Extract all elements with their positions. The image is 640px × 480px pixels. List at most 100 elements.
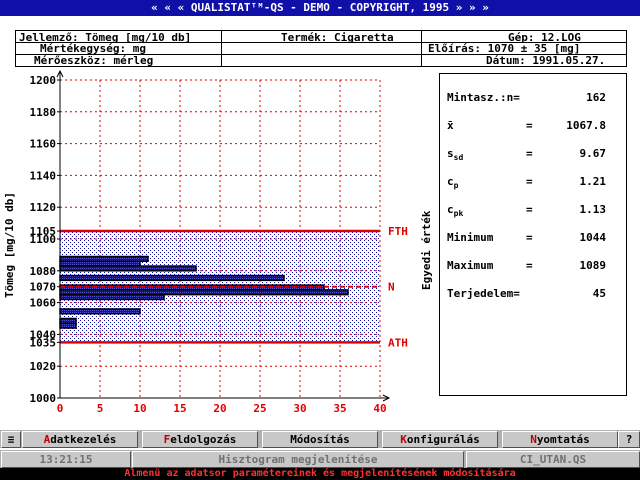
- stat-row: Maximum = 1089: [440, 259, 626, 275]
- stat-label-subscript: pk: [453, 209, 464, 218]
- product-label: Termék: Cigaretta: [281, 31, 394, 44]
- y-tick-label: 1180: [30, 106, 57, 119]
- stat-row: cpk = 1.13: [440, 203, 626, 219]
- stat-row: Terjedelem= 45: [440, 287, 626, 303]
- stat-label: ssd: [447, 147, 464, 162]
- x-tick-label: 15: [173, 402, 186, 415]
- individual-value-label: Egyedi érték: [420, 210, 433, 290]
- menu-hotkey: K: [400, 433, 407, 446]
- hint-text: Almenü az adatsor paramétereinek és megj…: [124, 468, 516, 479]
- system-menu-icon: ≡: [7, 433, 15, 446]
- x-tick-label: 20: [213, 402, 226, 415]
- histogram-bar: [59, 322, 77, 329]
- y-tick-label: 1105: [30, 225, 57, 238]
- side-label: Egyedi érték: [420, 190, 440, 300]
- y-axis-label: Tömeg [mg/10 db]: [3, 192, 16, 298]
- status-time: 13:21:15: [1, 451, 131, 468]
- menu-item[interactable]: Konfigurálás: [382, 431, 498, 448]
- stat-equals: =: [526, 147, 533, 160]
- stat-equals: =: [526, 259, 533, 272]
- stat-label: Terjedelem=: [447, 287, 520, 300]
- stat-value: 162: [586, 91, 606, 104]
- date-label: Dátum: 1991.05.27.: [486, 54, 606, 67]
- stat-value: 1044: [579, 231, 607, 244]
- y-tick-label: 1200: [30, 74, 57, 87]
- help-icon: ?: [625, 433, 633, 446]
- menu-item[interactable]: Módosítás: [262, 431, 378, 448]
- limit-label: ATH: [388, 336, 408, 349]
- main-menu-bar: ≡ Adatkezelés Feldolgozás Módosítás Konfigu…: [0, 430, 640, 448]
- stat-value: 9.67: [579, 147, 607, 160]
- menu-item[interactable]: Nyomtatás: [502, 431, 618, 448]
- window-title: « « « QUALISTATᵀᴹ-QS - DEMO - COPYRIGHT,…: [151, 1, 489, 14]
- stat-label: Minimum: [447, 231, 494, 244]
- y-tick-label: 1070: [30, 281, 57, 294]
- stat-label: Maximum: [447, 259, 494, 272]
- y-tick-label: 1060: [30, 297, 57, 310]
- x-tick-label: 30: [293, 402, 306, 415]
- info-divider: [421, 31, 422, 66]
- y-tick-label: 1020: [30, 360, 57, 373]
- stat-label: x̄: [447, 119, 454, 132]
- histogram-chart: FTHNATH 0 5 10 15 20 25 30 35 401000102010351040…: [3, 70, 408, 415]
- x-tick-label: 35: [333, 402, 346, 415]
- statistics-panel: Mintasz.:n= 162 x̄ = 1067.8 ssd = 9.67 cp = 1.21 cp…: [439, 73, 627, 396]
- limit-label: FTH: [388, 225, 408, 238]
- status-file: CI_UTAN.QS: [466, 451, 640, 468]
- help-button[interactable]: ?: [618, 431, 640, 448]
- stat-row: ssd = 9.67: [440, 147, 626, 163]
- stat-row: cp = 1.21: [440, 175, 626, 191]
- stat-label: Mintasz.:n=: [447, 91, 520, 104]
- menu-item[interactable]: Feldolgozás: [142, 431, 258, 448]
- menu-item-label: eldolgozás: [170, 433, 237, 446]
- stat-equals: =: [526, 119, 533, 132]
- stat-equals: =: [526, 231, 533, 244]
- mode-text: Hisztogram megjelenítése: [218, 453, 378, 466]
- y-tick-label: 1120: [30, 201, 57, 214]
- x-tick-label: 25: [253, 402, 266, 415]
- menu-hotkey: N: [530, 433, 537, 446]
- x-tick-label: 5: [97, 402, 104, 415]
- menu-item-label: onfigurálás: [406, 433, 480, 446]
- file-text: CI_UTAN.QS: [519, 453, 587, 466]
- menu-item-label: Módosítás: [290, 433, 350, 446]
- y-tick-label: 1080: [30, 265, 57, 278]
- info-divider: [221, 31, 222, 66]
- window-title-bar: « « « QUALISTATᵀᴹ-QS - DEMO - COPYRIGHT,…: [0, 0, 640, 16]
- histogram-bar: [59, 265, 197, 272]
- status-bar: 13:21:15 Hisztogram megjelenítése CI_UTA…: [0, 450, 640, 468]
- stat-row: Mintasz.:n= 162: [440, 91, 626, 107]
- y-tick-label: 1000: [30, 392, 57, 405]
- stat-row: Minimum = 1044: [440, 231, 626, 247]
- menu-item[interactable]: Adatkezelés: [22, 431, 138, 448]
- stat-label-subscript: p: [453, 181, 459, 190]
- stat-label: cpk: [447, 203, 464, 218]
- header-info-panel: Jellemző: Tömeg [mg/10 db] Termék: Cigar…: [15, 30, 627, 67]
- stat-value: 1.13: [579, 203, 607, 216]
- hint-bar: Almenü az adatsor paramétereinek és megj…: [0, 468, 640, 480]
- histogram-bar: [59, 308, 141, 315]
- y-tick-label: 1160: [30, 138, 57, 151]
- y-tick-label: 1140: [30, 169, 57, 182]
- menu-item-label: yomtatás: [536, 433, 590, 446]
- stat-value: 1089: [579, 259, 607, 272]
- stat-label-subscript: sd: [453, 153, 464, 162]
- histogram-bar: [59, 274, 285, 282]
- stat-equals: =: [526, 175, 533, 188]
- stat-value: 1067.8: [566, 119, 606, 132]
- x-tick-label: 40: [373, 402, 386, 415]
- stat-label: cp: [447, 175, 459, 190]
- y-tick-label: 1040: [30, 328, 57, 341]
- stat-row: x̄ = 1067.8: [440, 119, 626, 135]
- limit-label: N: [388, 281, 395, 294]
- histogram-bar: [59, 293, 165, 301]
- status-mode: Hisztogram megjelenítése: [132, 451, 464, 468]
- stat-value: 45: [592, 287, 606, 300]
- instrument-label: Mérőeszköz: mérleg: [34, 54, 154, 67]
- stat-value: 1.21: [579, 175, 607, 188]
- stat-equals: =: [526, 203, 533, 216]
- menu-item-label: datkezelés: [50, 433, 117, 446]
- time-text: 13:21:15: [39, 453, 93, 466]
- x-tick-label: 0: [57, 402, 64, 415]
- system-menu-button[interactable]: ≡: [1, 431, 21, 448]
